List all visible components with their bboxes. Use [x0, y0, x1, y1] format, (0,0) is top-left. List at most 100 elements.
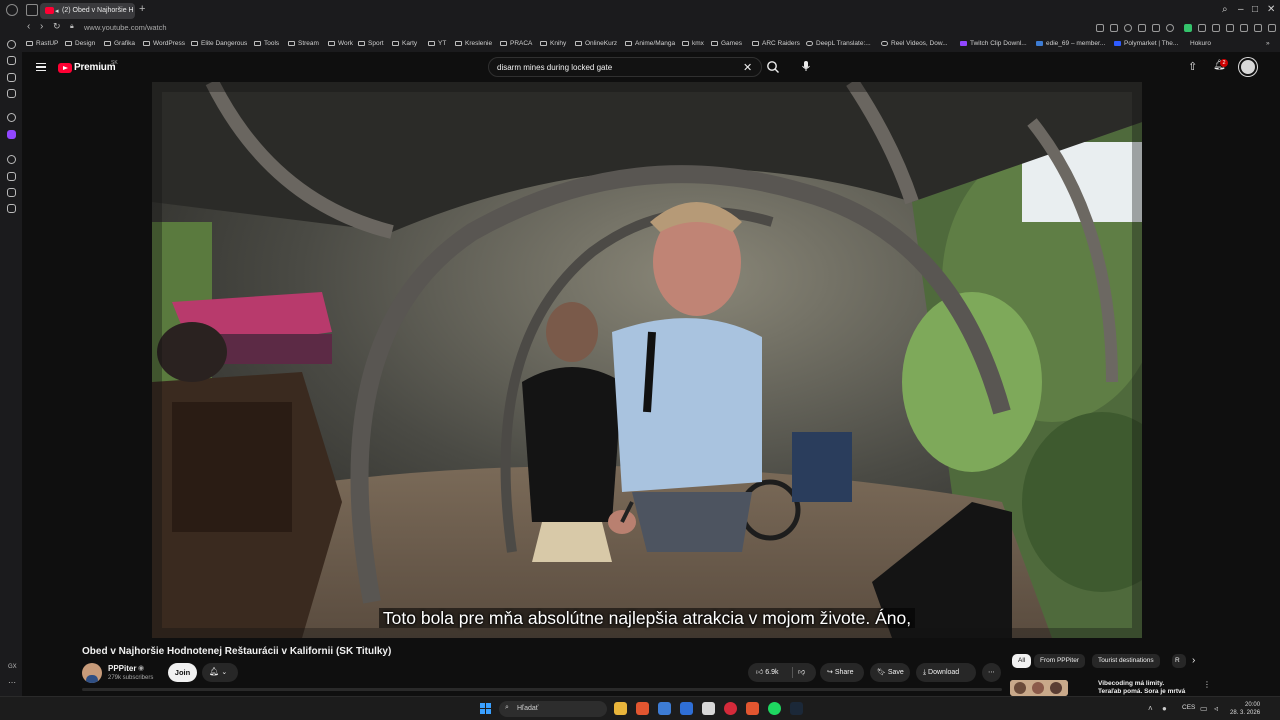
extension-icon[interactable] — [1212, 24, 1220, 32]
extension-icon[interactable] — [1138, 24, 1146, 32]
chip-all[interactable]: All — [1012, 654, 1032, 668]
bookmark-item[interactable]: kmx — [682, 40, 704, 47]
minimize-icon[interactable]: – — [1238, 4, 1244, 15]
sidebar-app-icon[interactable] — [7, 89, 16, 98]
join-button[interactable]: Join — [168, 663, 197, 682]
recommended-thumbnail[interactable] — [1010, 680, 1068, 696]
like-button[interactable]: 👍︎ 6.9k — [756, 663, 779, 682]
sidebar-home-icon[interactable] — [7, 40, 16, 49]
steam-icon[interactable] — [790, 702, 803, 715]
heart-icon[interactable] — [1166, 24, 1174, 32]
bookmark-item[interactable]: Games — [711, 40, 742, 47]
recommended-title[interactable]: Vibecoding má limity. Teraľab pomá. Sora… — [1098, 680, 1188, 696]
extension-icon[interactable] — [1198, 24, 1206, 32]
volume-icon[interactable]: ◃ — [1214, 704, 1218, 713]
app-icon[interactable] — [680, 702, 693, 715]
tray-chevron-icon[interactable]: ˄ — [1148, 704, 1153, 713]
extension-icon[interactable] — [1226, 24, 1234, 32]
bookmark-item[interactable]: ARC Raiders — [752, 40, 800, 47]
extension-icon[interactable] — [1184, 24, 1192, 32]
app-icon[interactable] — [746, 702, 759, 715]
download-icon[interactable] — [1254, 24, 1262, 32]
bookmark-item[interactable]: DeepL Translate:... — [806, 40, 871, 47]
sidebar-app-icon[interactable] — [7, 188, 16, 197]
dislike-button[interactable]: 👎︎ — [798, 663, 805, 682]
browser-menu-icon[interactable] — [6, 4, 18, 16]
bookmark-item[interactable]: WordPress — [143, 40, 185, 47]
upload-icon[interactable]: ⇧ — [1188, 60, 1197, 73]
app-icon[interactable] — [702, 702, 715, 715]
bookmarks-overflow-icon[interactable]: » — [1266, 40, 1270, 47]
menu-icon[interactable] — [36, 63, 46, 71]
clear-search-icon[interactable]: ✕ — [743, 61, 752, 74]
search-box[interactable]: disarm mines during locked gate ✕ — [488, 57, 762, 77]
tab-overview-icon[interactable] — [26, 4, 38, 16]
language-indicator[interactable]: CES — [1182, 704, 1195, 711]
extension-icon[interactable] — [1240, 24, 1248, 32]
new-tab-button[interactable]: + — [139, 3, 145, 15]
save-button[interactable]: 🔖︎ Save — [870, 663, 910, 682]
sidebar-app-icon[interactable] — [7, 73, 16, 82]
bookmark-item[interactable]: PRACA — [500, 40, 532, 47]
bookmark-item[interactable]: Twitch Clip Downl... — [960, 40, 1027, 47]
speaker-icon[interactable]: ◂ — [55, 7, 59, 15]
search-icon[interactable] — [766, 60, 780, 74]
mic-icon[interactable] — [798, 58, 814, 74]
bookmark-item[interactable]: RastUP — [26, 40, 58, 47]
play-icon[interactable] — [1152, 24, 1160, 32]
recommended-menu-icon[interactable]: ⋮ — [1203, 680, 1211, 689]
extension-icon[interactable] — [1268, 24, 1276, 32]
bookmark-item[interactable]: Design — [65, 40, 95, 47]
video-player[interactable]: Toto bola pre mňa absolútne najlepšia at… — [152, 82, 1142, 638]
spotify-icon[interactable] — [768, 702, 781, 715]
maximize-icon[interactable]: □ — [1252, 4, 1258, 15]
twitch-icon[interactable] — [7, 130, 16, 139]
file-explorer-icon[interactable] — [614, 702, 627, 715]
brave-browser-icon[interactable] — [636, 702, 649, 715]
more-actions-button[interactable]: ⋯ — [982, 663, 1001, 682]
bookmark-item[interactable]: Karty — [392, 40, 417, 47]
bookmark-item[interactable]: Reel Videos, Dow... — [881, 40, 948, 47]
bookmark-item[interactable]: Knihy — [540, 40, 566, 47]
extension-icon[interactable] — [1096, 24, 1104, 32]
bookmark-item[interactable]: Anime/Manga — [625, 40, 675, 47]
description-bar[interactable] — [82, 688, 1002, 691]
bookmark-item[interactable]: Kreslenie — [455, 40, 492, 47]
channel-avatar[interactable] — [82, 663, 102, 683]
subscription-bell-button[interactable]: 🔔︎ ⌄ — [202, 663, 238, 682]
sidebar-more-icon[interactable]: ⋯ — [8, 678, 16, 687]
bookmark-item[interactable]: Tools — [254, 40, 279, 47]
taskbar-search[interactable]: ⌕ Hľadať — [499, 701, 607, 717]
microphone-icon[interactable]: ● — [1162, 704, 1167, 713]
sidebar-player-icon[interactable] — [7, 155, 16, 164]
back-icon[interactable]: ‹ — [27, 21, 30, 32]
download-button[interactable]: ⤓ Download — [916, 663, 976, 682]
bookmark-item[interactable]: edie_69 – member... — [1036, 40, 1105, 47]
search-input[interactable]: disarm mines during locked gate — [497, 63, 612, 72]
sidebar-app-icon[interactable] — [7, 172, 16, 181]
sidebar-app-icon[interactable] — [7, 56, 16, 65]
chip-more[interactable]: R — [1172, 654, 1186, 668]
monitor-icon[interactable]: ▭ — [1200, 704, 1208, 713]
close-icon[interactable]: ✕ — [1267, 4, 1275, 15]
bookmark-item[interactable]: Stream — [288, 40, 319, 47]
chip-tourist-destinations[interactable]: Tourist destinations — [1092, 654, 1160, 668]
bookmark-item[interactable]: YT — [428, 40, 446, 47]
extension-icon[interactable] — [1110, 24, 1118, 32]
bookmark-item[interactable]: Grafika — [104, 40, 135, 47]
bookmark-item[interactable]: Hokuro — [1190, 40, 1211, 47]
bookmark-item[interactable]: Polymarket | The... — [1114, 40, 1178, 47]
channel-name[interactable]: PPPiter — [108, 664, 136, 673]
windows-start-icon[interactable] — [480, 703, 492, 715]
url-field[interactable]: www.youtube.com/watch — [84, 23, 167, 32]
share-button[interactable]: ↪ Share — [820, 663, 864, 682]
search-tabs-icon[interactable]: ⌕ — [1222, 4, 1228, 15]
bookmark-item[interactable]: Elite Dangerous — [191, 40, 247, 47]
bookmark-item[interactable]: Sport — [358, 40, 384, 47]
shield-icon[interactable] — [1124, 24, 1132, 32]
clock[interactable]: 20:00 28. 3. 2026 — [1230, 701, 1260, 717]
sidebar-settings-icon[interactable] — [7, 204, 16, 213]
sidebar-app-icon[interactable] — [7, 113, 16, 122]
forward-icon[interactable]: › — [40, 21, 43, 32]
bookmark-item[interactable]: OnlineKurz — [575, 40, 617, 47]
